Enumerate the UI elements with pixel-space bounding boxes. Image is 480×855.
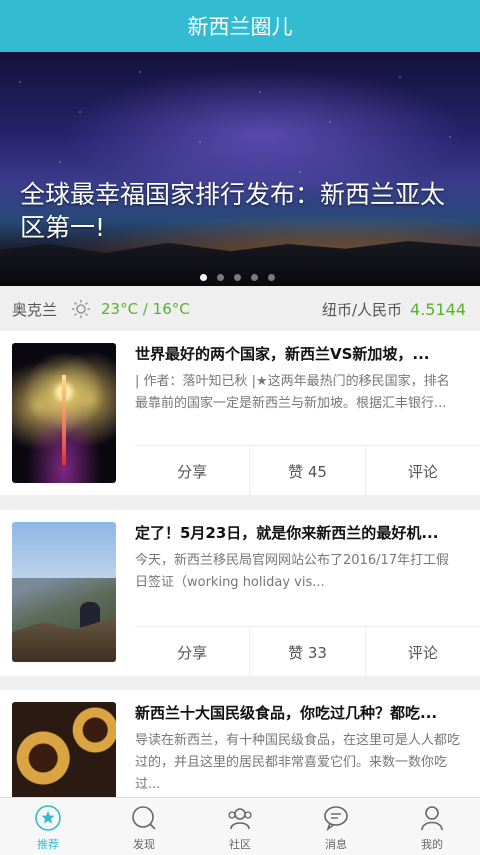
article-card[interactable]: 世界最好的两个国家，新西兰VS新加坡，... | 作者：落叶知已秋 |★这两年最… (0, 331, 480, 496)
exchange-rate: 4.5144 (410, 299, 466, 319)
article-card[interactable]: 新西兰十大国民级食品，你吃过几种？都吃... 导读在新西兰，有十种国民级食品，在… (0, 690, 480, 797)
bottom-tab-bar: 推荐 发现 社区 消息 我的 (0, 797, 480, 855)
tab-messages[interactable]: 消息 (288, 798, 384, 855)
carousel-dot[interactable] (251, 274, 258, 281)
article-title[interactable]: 定了！5月23日，就是你来新西兰的最好机... (135, 522, 460, 544)
tab-label: 消息 (325, 838, 347, 851)
carousel-dot[interactable] (234, 274, 241, 281)
article-title[interactable]: 新西兰十大国民级食品，你吃过几种？都吃... (135, 702, 460, 724)
tab-label: 推荐 (37, 838, 59, 851)
article-summary: | 作者：落叶知已秋 |★这两年最热门的移民国家，排名最靠前的国家一定是新西兰与… (135, 374, 450, 411)
comment-button[interactable]: 评论 (364, 627, 480, 677)
tab-community[interactable]: 社区 (192, 798, 288, 855)
tab-recommend[interactable]: 推荐 (0, 798, 96, 855)
city-name: 奥克兰 (12, 300, 58, 319)
carousel-dot[interactable] (200, 274, 207, 281)
banner-carousel[interactable]: 全球最幸福国家排行发布：新西兰亚太区第一! (0, 52, 480, 286)
exchange-label: 纽币/人民币 (321, 300, 403, 319)
carousel-indicator (200, 274, 275, 281)
article-summary: 今天，新西兰移民局官网网站公布了2016/17年打工假日签证（working h… (135, 553, 450, 590)
like-button[interactable]: 赞 45 (249, 446, 364, 496)
star-icon (35, 805, 61, 831)
page-title: 新西兰圈儿 (187, 15, 293, 39)
community-icon (228, 808, 252, 830)
like-button[interactable]: 赞 33 (249, 627, 364, 677)
tab-label: 发现 (133, 838, 155, 851)
tab-label: 社区 (229, 838, 251, 851)
article-actions: 分享 赞 45 评论 (135, 445, 480, 496)
weather-exchange-bar: 奥克兰 23°C / 16°C 纽币/人民币 4.5144 (0, 287, 480, 331)
temperature: 23°C / 16°C (101, 300, 190, 318)
message-icon (324, 806, 348, 832)
tab-profile[interactable]: 我的 (384, 798, 480, 855)
share-button[interactable]: 分享 (135, 627, 249, 677)
comment-button[interactable]: 评论 (364, 446, 480, 496)
profile-icon (421, 806, 443, 831)
article-actions: 分享 赞 33 评论 (135, 626, 480, 677)
sun-icon (72, 300, 91, 318)
banner-headline[interactable]: 全球最幸福国家排行发布：新西兰亚太区第一! (20, 178, 460, 244)
article-thumbnail[interactable] (12, 702, 116, 797)
article-thumbnail[interactable] (12, 343, 116, 483)
article-thumbnail[interactable] (12, 522, 116, 662)
tab-discover[interactable]: 发现 (96, 798, 192, 855)
discover-icon (132, 806, 156, 830)
article-summary: 导读在新西兰，有十种国民级食品，在这里可是人人都吃过的，并且这里的居民都非常喜爱… (135, 733, 461, 792)
carousel-dot[interactable] (268, 274, 275, 281)
top-navigation-bar: 新西兰圈儿 (0, 0, 480, 52)
share-button[interactable]: 分享 (135, 446, 249, 496)
article-card[interactable]: 定了！5月23日，就是你来新西兰的最好机... 今天，新西兰移民局官网网站公布了… (0, 510, 480, 677)
carousel-dot[interactable] (217, 274, 224, 281)
tab-label: 我的 (421, 838, 443, 851)
article-title[interactable]: 世界最好的两个国家，新西兰VS新加坡，... (135, 343, 460, 365)
